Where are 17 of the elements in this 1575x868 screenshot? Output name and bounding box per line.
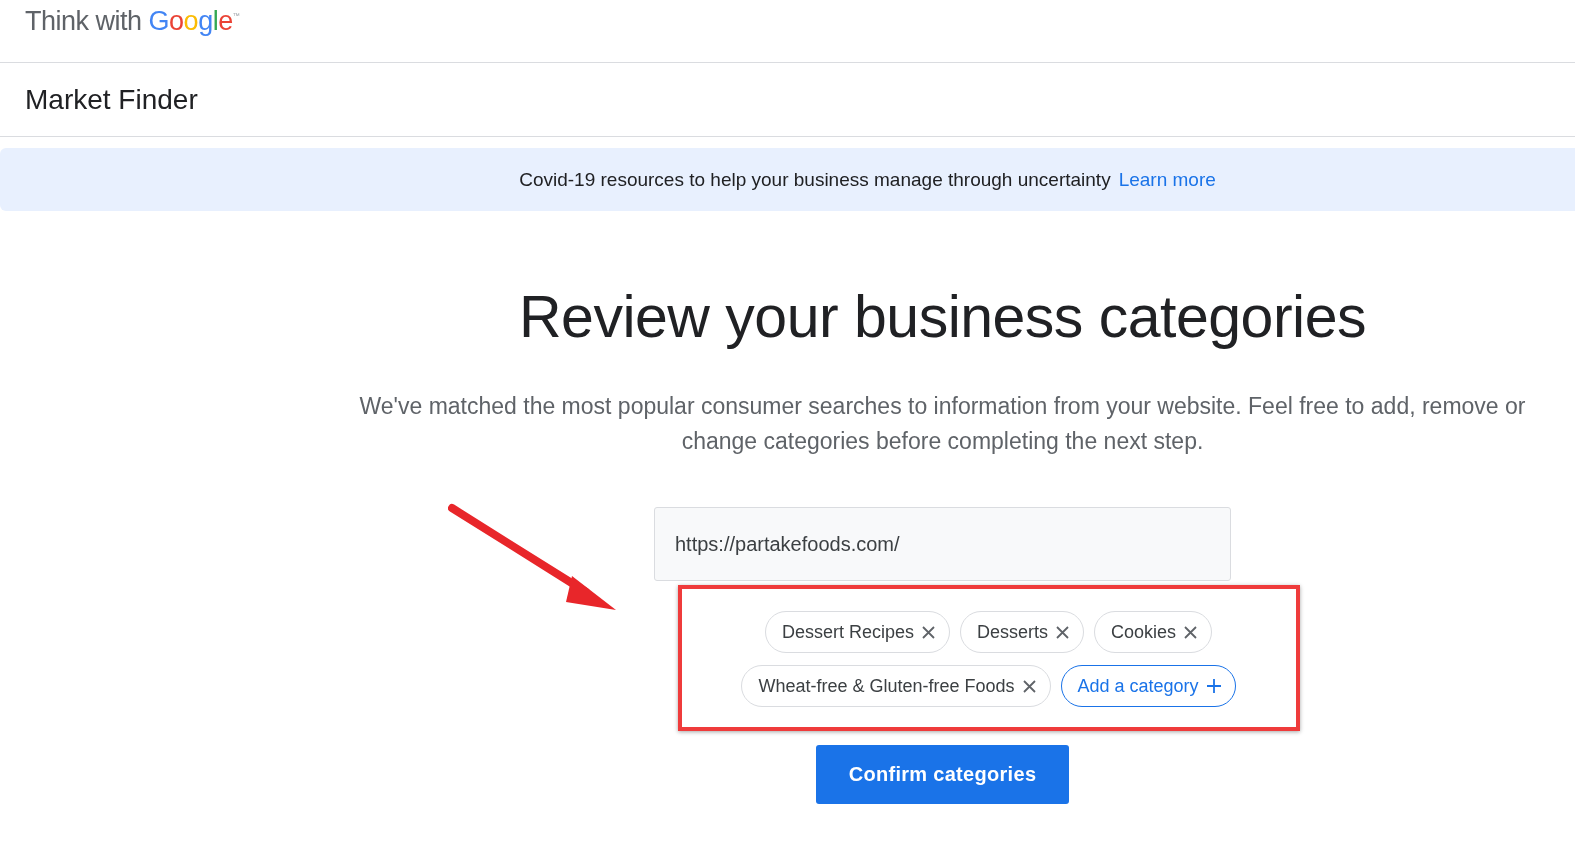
category-chip[interactable]: Cookies	[1094, 611, 1213, 653]
close-icon[interactable]	[1184, 625, 1198, 639]
page-heading: Review your business categories	[519, 283, 1366, 351]
learn-more-link[interactable]: Learn more	[1118, 168, 1216, 191]
product-title: Market Finder	[25, 83, 198, 116]
plus-icon	[1206, 679, 1221, 693]
close-icon[interactable]	[1022, 679, 1036, 693]
category-chip[interactable]: Desserts	[960, 611, 1084, 653]
category-chip[interactable]: Dessert Recipes	[764, 611, 950, 653]
close-icon[interactable]	[1056, 625, 1069, 639]
url-field[interactable]: https://partakefoods.com/	[654, 507, 1231, 581]
description-text: We've matched the most popular consumer searches to information from your website. Feel free to add, remove or change categories before completing the next step.	[358, 392, 1527, 456]
banner-text: Covid-19 resources to help your business manage through uncertainty	[519, 168, 1111, 191]
confirm-button[interactable]: Confirm categories	[816, 745, 1069, 804]
close-icon[interactable]	[922, 625, 935, 639]
add-category-button[interactable]: Add a category	[1060, 665, 1236, 707]
category-chip[interactable]: Wheat-free & Gluten-free Foods	[741, 665, 1051, 707]
